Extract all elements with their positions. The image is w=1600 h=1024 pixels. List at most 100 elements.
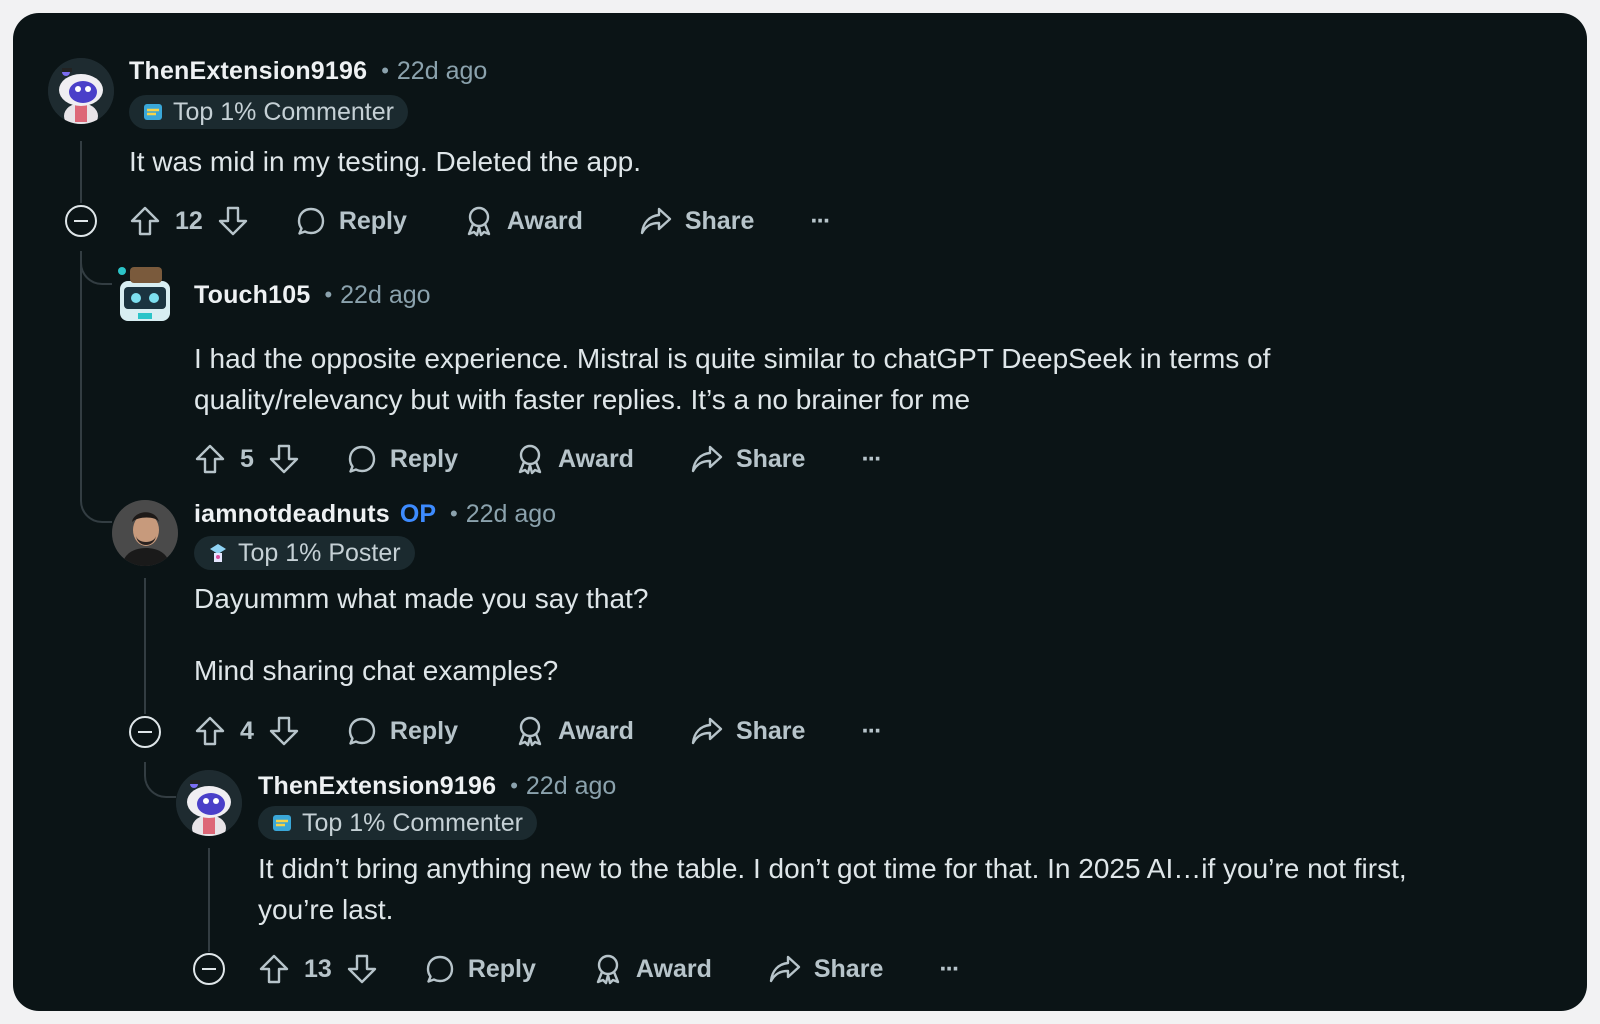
comment-text-line: It didn’t bring anything new to the tabl… (258, 853, 1407, 884)
award-button[interactable]: Award (592, 953, 712, 985)
collapse-thread-button[interactable] (65, 205, 97, 237)
more-options-button[interactable]: ··· (861, 716, 882, 746)
award-ribbon-icon (518, 716, 542, 747)
separator-dot: • (510, 773, 518, 798)
vote-count: 4 (240, 716, 254, 745)
flair-label: Top 1% Commenter (173, 97, 394, 126)
vote-count: 12 (175, 206, 203, 235)
timestamp[interactable]: 22d ago (340, 281, 430, 310)
timestamp[interactable]: 22d ago (526, 772, 616, 801)
award-label: Award (506, 206, 583, 235)
award-ribbon-icon (467, 206, 491, 237)
snoo-avatar-icon (48, 58, 114, 124)
share-arrow-icon (769, 955, 801, 983)
reply-label: Reply (467, 954, 536, 983)
user-flair: Top 1% Commenter (258, 806, 537, 840)
vote-count: 5 (240, 444, 254, 473)
share-button[interactable]: Share (690, 443, 805, 475)
vote-count: 13 (304, 954, 332, 983)
award-button[interactable]: Award (514, 443, 634, 475)
downvote-button[interactable] (268, 443, 300, 475)
comment-body: I had the opposite experience. Mistral i… (194, 338, 1270, 420)
op-badge: OP (399, 499, 436, 528)
username[interactable]: ThenExtension9196 (129, 57, 367, 86)
share-label: Share (735, 444, 806, 473)
timestamp[interactable]: 22d ago (466, 500, 556, 529)
comment-actions: 12 Reply Award Share ··· (129, 196, 831, 246)
flair-label: Top 1% Poster (238, 538, 401, 567)
reply-label: Reply (389, 716, 458, 745)
downvote-arrow-icon (269, 716, 299, 746)
collapse-thread-button[interactable] (129, 716, 161, 748)
reply-button[interactable]: Reply (346, 443, 458, 475)
comment-bubble-icon (426, 955, 454, 983)
upvote-button[interactable] (129, 205, 161, 237)
downvote-button[interactable] (346, 953, 378, 985)
more-options-button[interactable]: ··· (861, 445, 882, 474)
reply-button[interactable]: Reply (424, 953, 536, 985)
share-label: Share (684, 206, 755, 235)
comment-header: ThenExtension9196 • 22d ago (258, 769, 616, 803)
comment-actions: 4 Reply Award Share ··· (194, 706, 882, 756)
reply-label: Reply (389, 444, 458, 473)
upvote-button[interactable] (258, 953, 290, 985)
reply-button[interactable]: Reply (346, 715, 458, 747)
avatar[interactable] (176, 770, 242, 836)
share-arrow-icon (691, 717, 723, 745)
avatar[interactable] (112, 261, 178, 327)
more-options-button[interactable]: ··· (939, 954, 960, 984)
thread-line (80, 141, 82, 203)
downvote-arrow-icon (269, 444, 299, 474)
comment-text-line: you’re last. (258, 894, 394, 925)
downvote-button[interactable] (268, 715, 300, 747)
avatar[interactable] (48, 58, 114, 124)
comment-thread: ThenExtension9196 • 22d ago Top 1% Comme… (13, 13, 1587, 1011)
upvote-button[interactable] (194, 715, 226, 747)
comment-actions: 5 Reply Award Share ··· (194, 434, 882, 484)
collapse-thread-button[interactable] (193, 953, 225, 985)
comment-thread-card: ThenExtension9196 • 22d ago Top 1% Comme… (13, 13, 1587, 1011)
more-dots-icon: ··· (810, 206, 831, 235)
comment-body: It was mid in my testing. Deleted the ap… (129, 141, 641, 182)
thread-line (208, 848, 210, 952)
comment-bubble-icon (348, 717, 376, 745)
thread-branch-line (144, 762, 176, 798)
comment-body: It didn’t bring anything new to the tabl… (258, 848, 1407, 930)
share-button[interactable]: Share (639, 205, 754, 237)
downvote-arrow-icon (218, 206, 248, 236)
award-button[interactable]: Award (463, 205, 583, 237)
upvote-arrow-icon (259, 954, 289, 984)
username[interactable]: Touch105 (194, 281, 310, 310)
award-button[interactable]: Award (514, 715, 634, 747)
reply-button[interactable]: Reply (295, 205, 407, 237)
upvote-arrow-icon (195, 716, 225, 746)
robot-avatar-icon (118, 267, 170, 321)
username[interactable]: ThenExtension9196 (258, 772, 496, 801)
flair-commenter-icon (273, 815, 291, 831)
downvote-button[interactable] (217, 205, 249, 237)
more-dots-icon: ··· (939, 954, 960, 983)
separator-dot: • (324, 282, 333, 307)
upvote-button[interactable] (194, 443, 226, 475)
more-dots-icon: ··· (861, 716, 882, 745)
award-label: Award (558, 716, 634, 745)
upvote-arrow-icon (130, 206, 160, 236)
user-photo-avatar-icon (112, 500, 178, 566)
flair-commenter-icon (144, 104, 162, 120)
comment-text-line: Dayummm what made you say that? (194, 583, 649, 614)
avatar[interactable] (112, 500, 178, 566)
comment-bubble-icon (297, 207, 325, 235)
downvote-arrow-icon (347, 954, 377, 984)
comment-text-line: I had the opposite experience. Mistral i… (194, 343, 1271, 374)
timestamp[interactable]: 22d ago (397, 57, 487, 86)
thread-line (144, 578, 146, 714)
username[interactable]: iamnotdeadnuts (194, 500, 390, 529)
more-options-button[interactable]: ··· (810, 206, 831, 236)
share-button[interactable]: Share (690, 715, 805, 747)
upvote-arrow-icon (195, 444, 225, 474)
snoo-avatar-icon (176, 770, 242, 836)
share-button[interactable]: Share (768, 953, 883, 985)
share-label: Share (735, 716, 806, 745)
separator-dot: • (381, 58, 389, 83)
thread-line (80, 251, 82, 461)
